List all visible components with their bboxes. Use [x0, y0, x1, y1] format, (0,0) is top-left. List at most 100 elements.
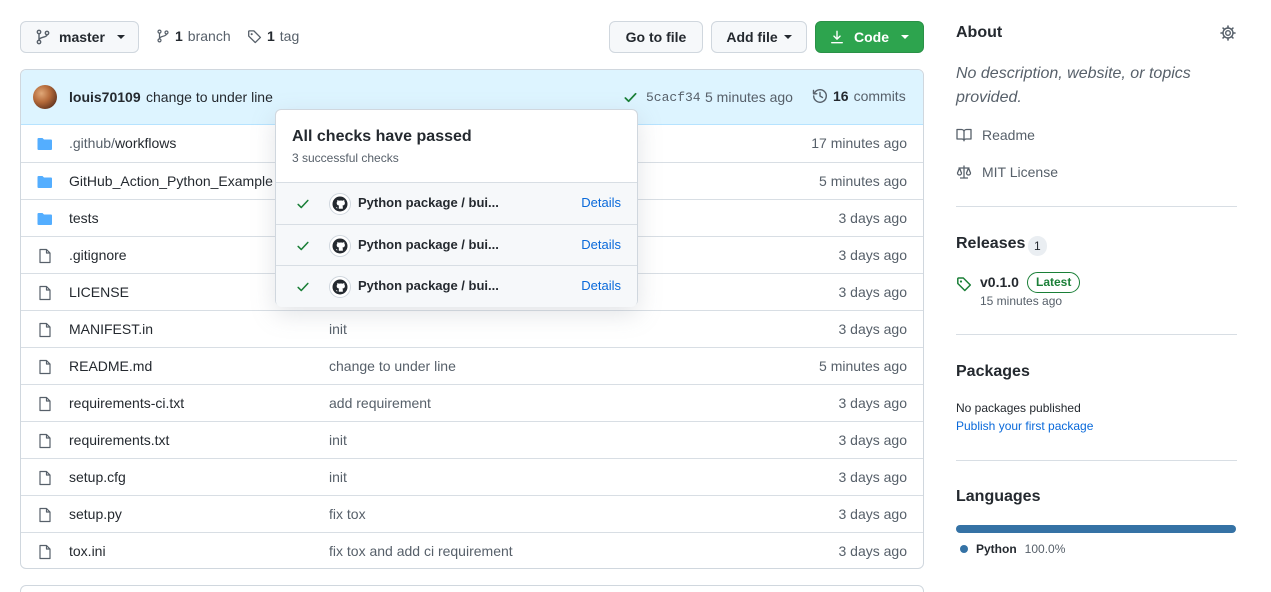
tags-link[interactable]: 1 tag [247, 28, 299, 44]
file-icon [37, 544, 53, 563]
file-name-prefix: .github/ [69, 135, 115, 151]
file-commit-time: 17 minutes ago [811, 135, 907, 151]
check-name: Python package / bui... [358, 278, 499, 293]
file-icon [37, 507, 53, 526]
branch-label: branch [187, 28, 231, 44]
check-icon [297, 241, 309, 251]
file-name-link[interactable]: GitHub_Action_Python_Example [69, 173, 273, 189]
file-commit-time: 3 days ago [838, 543, 908, 559]
packages-title[interactable]: Packages [956, 363, 1030, 381]
github-actions-icon [329, 276, 351, 298]
commit-message-link[interactable]: change to under line [146, 89, 273, 105]
check-icon [297, 282, 309, 292]
check-row: Python package / bui... Details [276, 224, 637, 266]
file-name-link[interactable]: requirements.txt [69, 432, 169, 448]
file-icon [37, 322, 53, 341]
file-name: MANIFEST.in [69, 321, 154, 337]
file-name-link[interactable]: MANIFEST.in [69, 321, 153, 337]
tag-count: 1 [267, 28, 275, 44]
license-link[interactable]: MIT License [956, 164, 1058, 180]
commit-author-link[interactable]: louis70109 [69, 89, 141, 105]
commits-history-link[interactable]: 16 commits [812, 88, 906, 104]
file-name: requirements.txt [69, 432, 170, 448]
about-description: No description, website, or topics provi… [956, 65, 1191, 106]
file-name-link[interactable]: LICENSE [69, 284, 129, 300]
branch-name: master [59, 29, 105, 45]
file-row: tox.ini fix tox and add ci requirement 3 d… [21, 532, 923, 568]
file-icon [37, 248, 53, 267]
readme-link[interactable]: Readme [956, 127, 1035, 143]
packages-empty-text: No packages published [956, 401, 1081, 415]
check-details-link[interactable]: Details [581, 237, 621, 252]
checks-popover-subtitle: 3 successful checks [292, 151, 399, 165]
commits-label: commits [853, 88, 906, 104]
check-details-link[interactable]: Details [581, 278, 621, 293]
file-commit-time: 3 days ago [838, 506, 908, 522]
avatar[interactable] [33, 85, 57, 109]
file-commit-time: 5 minutes ago [819, 173, 907, 189]
file-name: tox.ini [69, 543, 106, 559]
language-item[interactable]: Python 100.0% [960, 542, 1065, 556]
check-name: Python package / bui... [358, 237, 499, 252]
file-name: README.md [69, 358, 153, 374]
file-commit-message-link[interactable]: change to under line [329, 358, 456, 374]
readme-label: Readme [982, 127, 1035, 143]
chevron-down-icon [783, 35, 792, 39]
github-actions-icon [329, 235, 351, 257]
add-file-button[interactable]: Add file [711, 21, 807, 53]
commit-sha-link[interactable]: 5cacf34 [646, 90, 701, 105]
file-commit-message-link[interactable]: add requirement [329, 395, 431, 411]
release-time: 15 minutes ago [980, 294, 1063, 308]
github-actions-icon [329, 193, 351, 215]
file-name-link[interactable]: .gitignore [69, 247, 127, 263]
folder-icon [37, 174, 53, 193]
language-name: Python [976, 542, 1017, 556]
language-color-dot [960, 545, 968, 553]
releases-title[interactable]: Releases [956, 235, 1025, 253]
branch-count: 1 [175, 28, 183, 44]
check-icon[interactable] [623, 90, 638, 105]
file-commit-message-link[interactable]: fix tox [329, 506, 366, 522]
file-name-link[interactable]: README.md [69, 358, 152, 374]
check-details-link[interactable]: Details [581, 195, 621, 210]
go-to-file-button[interactable]: Go to file [609, 21, 703, 53]
file-name-link[interactable]: .github/workflows [69, 135, 176, 151]
sidebar-divider [956, 334, 1237, 335]
file-row: requirements-ci.txt add requirement 3 days… [21, 384, 923, 421]
file-commit-message-link[interactable]: init [329, 321, 347, 337]
releases-count-badge: 1 [1028, 236, 1047, 256]
tag-label: tag [279, 28, 300, 44]
file-name-link[interactable]: requirements-ci.txt [69, 395, 184, 411]
license-label: MIT License [982, 164, 1058, 180]
file-name-link[interactable]: setup.py [69, 506, 122, 522]
file-commit-message-link[interactable]: init [329, 469, 347, 485]
file-commit-time: 3 days ago [838, 321, 908, 337]
gear-icon[interactable] [1220, 25, 1236, 41]
file-row: README.md change to under line 5 minutes a… [21, 347, 923, 384]
file-name: workflows [114, 135, 177, 151]
release-version-link[interactable]: v0.1.0 [980, 274, 1019, 290]
file-row: setup.py fix tox 3 days ago [21, 495, 923, 532]
languages-title: Languages [956, 488, 1041, 505]
file-icon [37, 433, 53, 452]
branch-select-button[interactable]: master [20, 21, 139, 53]
file-icon [37, 470, 53, 489]
file-name: setup.py [69, 506, 122, 522]
file-commit-time: 3 days ago [838, 210, 908, 226]
file-commit-time: 3 days ago [838, 247, 908, 263]
file-commit-message-link[interactable]: fix tox and add ci requirement [329, 543, 513, 559]
file-row: MANIFEST.in init 3 days ago [21, 310, 923, 347]
file-name-link[interactable]: tox.ini [69, 543, 106, 559]
file-name-link[interactable]: setup.cfg [69, 469, 126, 485]
go-to-file-label: Go to file [625, 29, 687, 45]
code-button[interactable]: Code [815, 21, 924, 53]
law-icon [956, 165, 972, 179]
file-name-link[interactable]: tests [69, 210, 99, 226]
publish-package-link[interactable]: Publish your first package [956, 419, 1093, 433]
tag-icon [957, 277, 972, 292]
file-icon [37, 359, 53, 378]
branches-link[interactable]: 1 branch [156, 28, 231, 44]
check-icon [297, 199, 309, 209]
file-commit-message-link[interactable]: init [329, 432, 347, 448]
file-name: setup.cfg [69, 469, 126, 485]
